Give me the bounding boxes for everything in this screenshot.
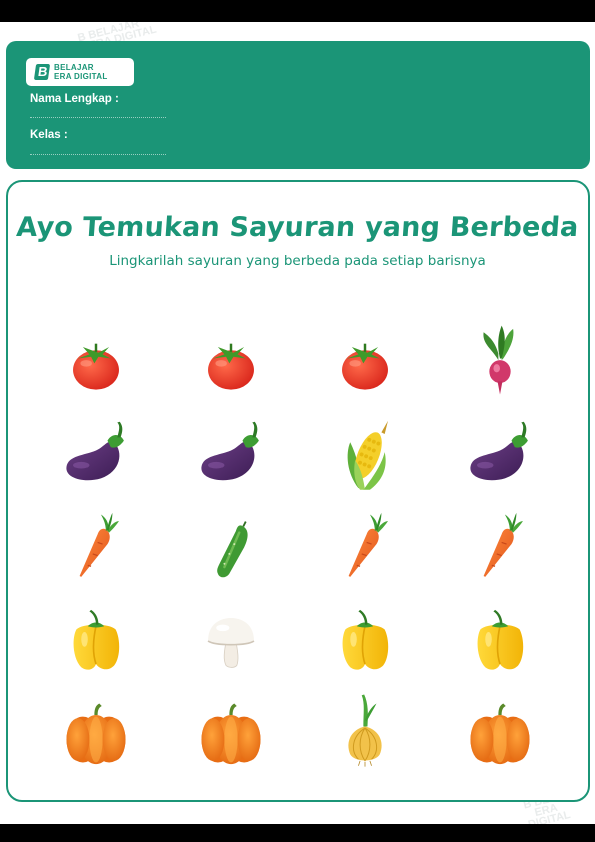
cucumber-icon[interactable] xyxy=(190,508,272,590)
brand-name: BELAJAR ERA DIGITAL xyxy=(54,63,108,81)
pumpkin-icon[interactable] xyxy=(190,692,272,774)
name-field[interactable] xyxy=(30,117,166,118)
carrot-icon[interactable] xyxy=(459,508,541,590)
eggplant-icon[interactable] xyxy=(190,416,272,498)
eggplant-icon[interactable] xyxy=(459,416,541,498)
pumpkin-icon[interactable] xyxy=(55,692,137,774)
onion-icon[interactable] xyxy=(324,692,406,774)
pumpkin-icon[interactable] xyxy=(459,692,541,774)
yellow-pepper-icon[interactable] xyxy=(324,600,406,682)
mushroom-icon[interactable] xyxy=(190,600,272,682)
name-label: Nama Lengkap : xyxy=(30,93,119,105)
worksheet-page: B BELAJAR ERA DIGITAL B BELAJAR ERA DIGI… xyxy=(0,22,595,824)
carrot-icon[interactable] xyxy=(324,508,406,590)
brand-mark-icon: B xyxy=(33,64,51,80)
tomato-icon[interactable] xyxy=(55,324,137,406)
yellow-pepper-icon[interactable] xyxy=(459,600,541,682)
tomato-icon[interactable] xyxy=(190,324,272,406)
carrot-icon[interactable] xyxy=(55,508,137,590)
class-label: Kelas : xyxy=(30,129,68,141)
yellow-pepper-icon[interactable] xyxy=(55,600,137,682)
tomato-icon[interactable] xyxy=(324,324,406,406)
radish-icon[interactable] xyxy=(459,324,541,406)
worksheet-title: Ayo Temukan Sayuran yang Berbeda xyxy=(15,212,580,243)
corn-icon[interactable] xyxy=(324,416,406,498)
student-info-header: B BELAJAR ERA DIGITAL Nama Lengkap : Kel… xyxy=(6,41,590,169)
worksheet-instruction: Lingkarilah sayuran yang berbeda pada se… xyxy=(109,253,486,269)
brand-logo: B BELAJAR ERA DIGITAL xyxy=(26,58,134,86)
class-field[interactable] xyxy=(30,154,166,155)
eggplant-icon[interactable] xyxy=(55,416,137,498)
